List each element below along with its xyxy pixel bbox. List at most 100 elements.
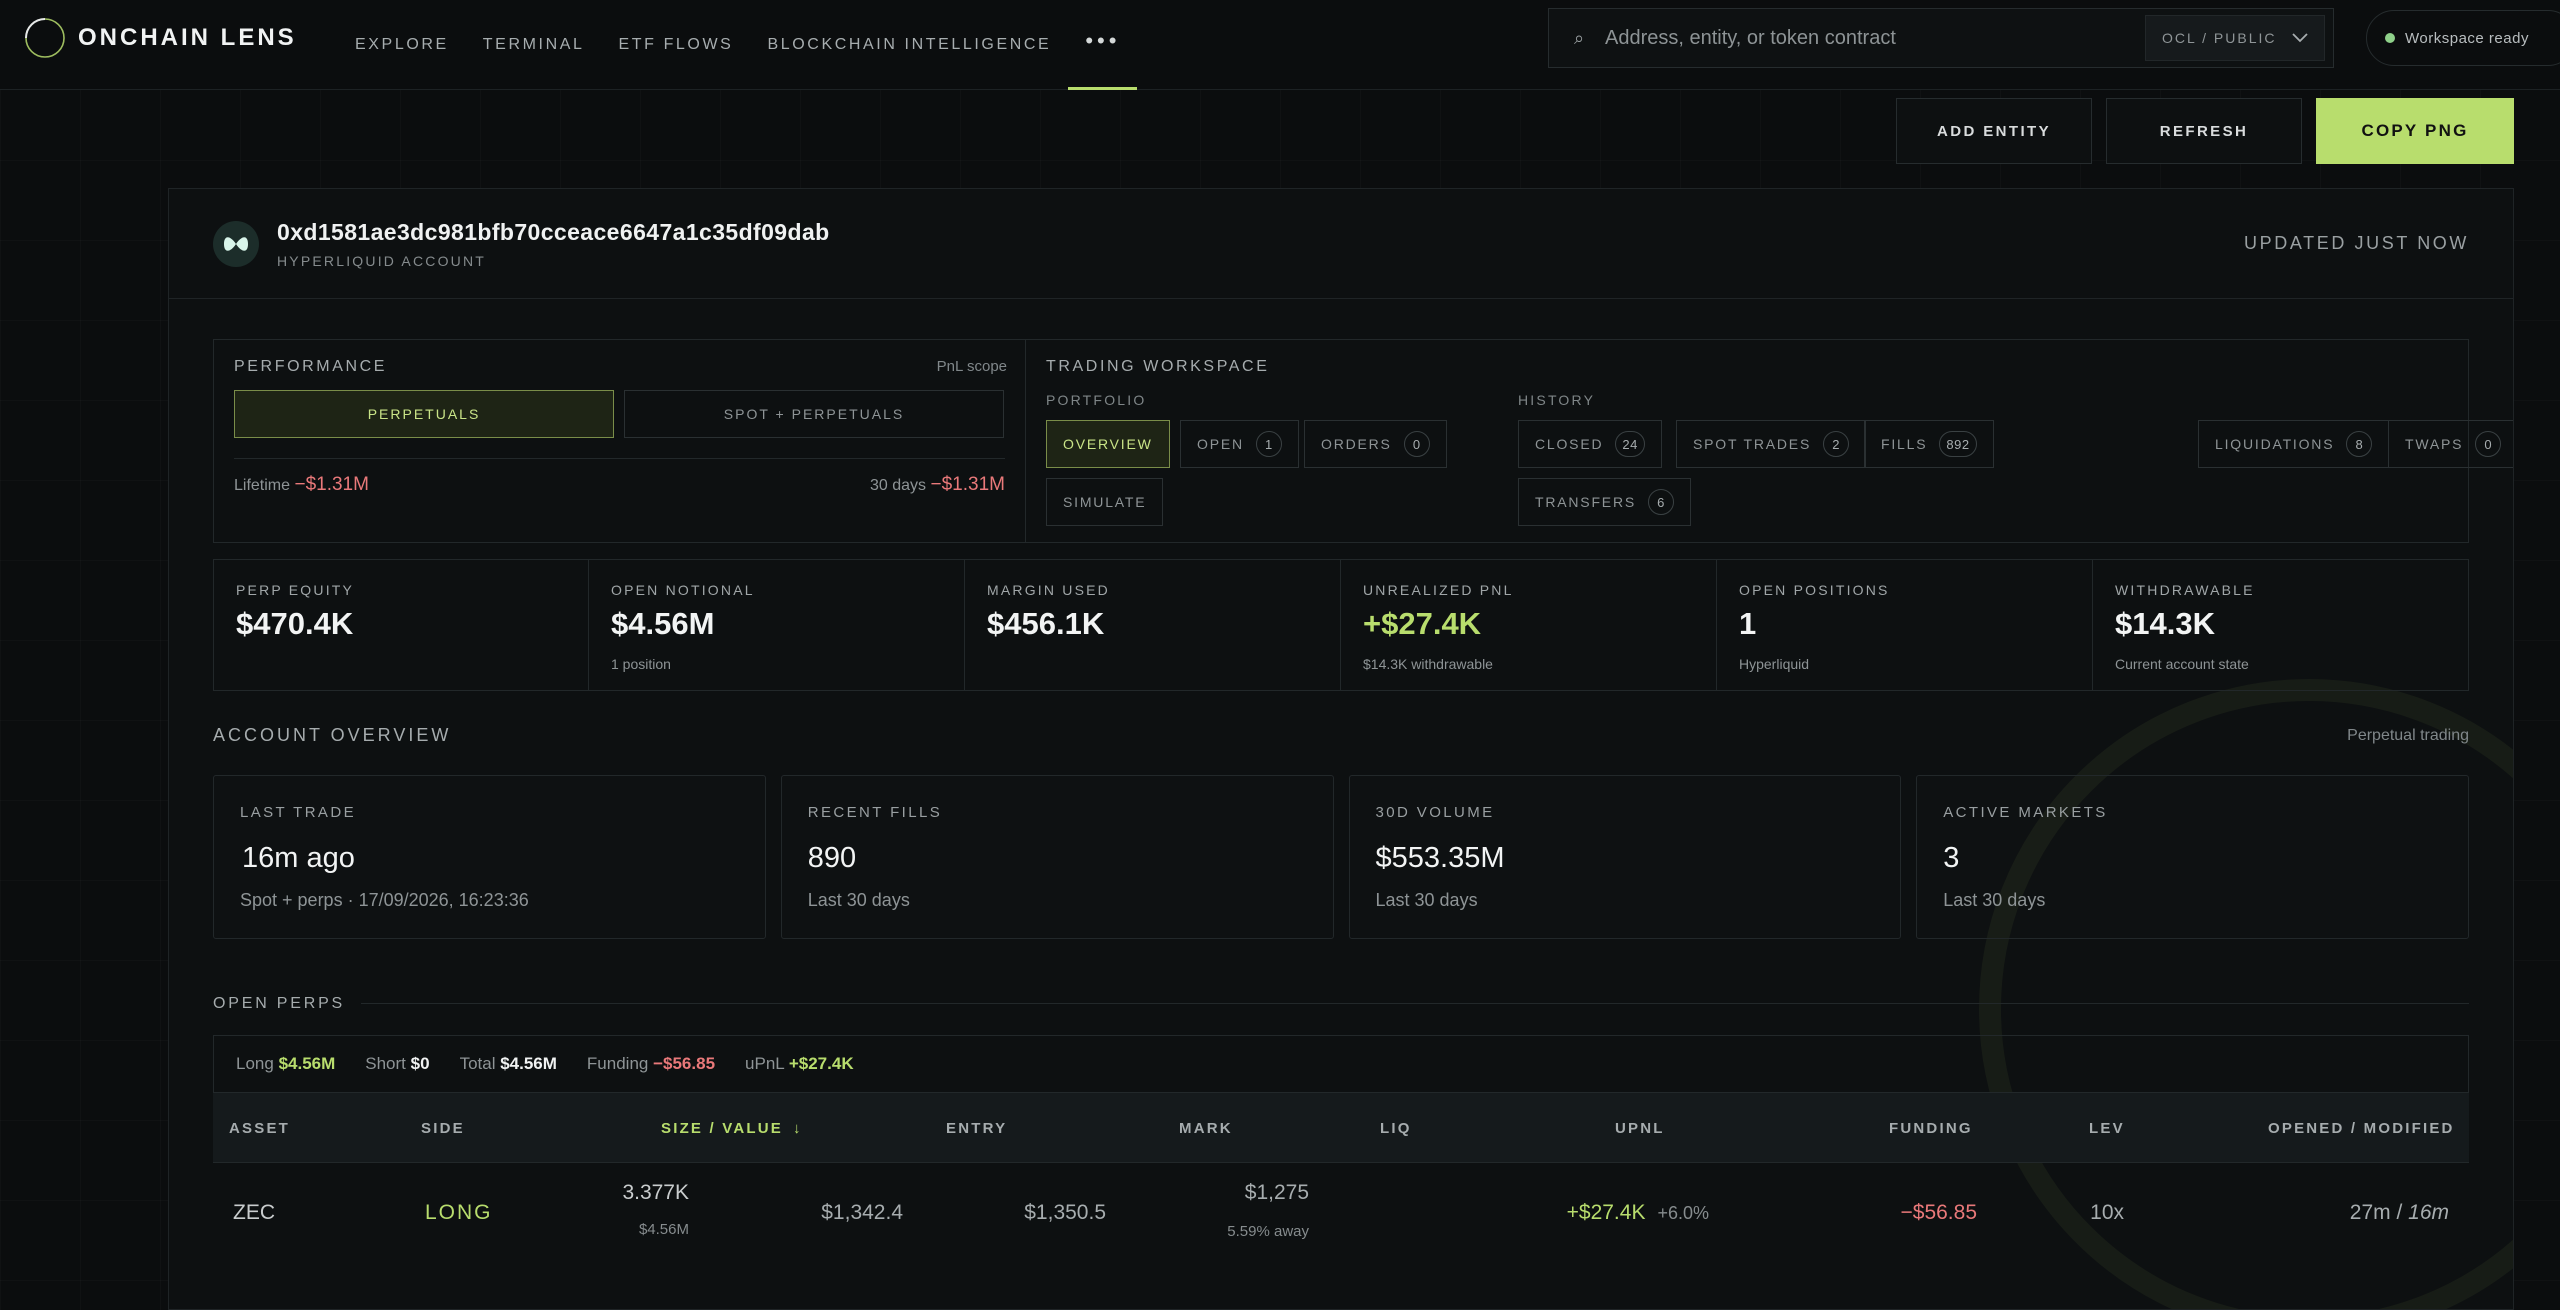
overview-30d-volume: 30D VOLUME $553.35M Last 30 days [1348, 775, 1902, 939]
position-upnl-value: +$27.4K [1566, 1201, 1646, 1224]
count-badge: 0 [2475, 431, 2502, 457]
count-badge: 24 [1615, 431, 1645, 457]
table-row[interactable]: ZEC LONG 3.377K $4.56M $1,342.4 $1,350.5… [213, 1163, 2469, 1267]
col-lev[interactable]: LEV [2089, 1093, 2125, 1163]
account-panel: 0xd1581ae3dc981bfb70cceace6647a1c35df09d… [168, 188, 2514, 1310]
position-opened-modified: 27m / 16m [2349, 1201, 2449, 1224]
col-liq[interactable]: LIQ [1380, 1093, 1412, 1163]
count-badge: 6 [1648, 489, 1674, 515]
col-upnl[interactable]: UPNL [1615, 1093, 1665, 1163]
workspace-status: Workspace ready [2366, 10, 2560, 66]
tab-spot-trades[interactable]: SPOT TRADES 2 [1676, 420, 1867, 468]
col-funding[interactable]: FUNDING [1889, 1093, 1973, 1163]
tab-spot-perpetuals[interactable]: SPOT + PERPETUALS [624, 390, 1004, 438]
tab-closed[interactable]: CLOSED 24 [1518, 420, 1662, 468]
account-header: 0xd1581ae3dc981bfb70cceace6647a1c35df09d… [169, 189, 2513, 299]
tab-perpetuals[interactable]: PERPETUALS [234, 390, 614, 438]
overview-active-markets: ACTIVE MARKETS 3 Last 30 days [1916, 775, 2469, 939]
lifetime-pnl-value: −$1.31M [294, 474, 369, 495]
positions-table-header: ASSET SIDE SIZE / VALUE ↓ ENTRY MARK LIQ… [213, 1093, 2469, 1163]
thirty-day-pnl: 30 days −$1.31M [870, 474, 1005, 495]
count-badge: 892 [1939, 431, 1977, 457]
account-overview-title: ACCOUNT OVERVIEW [213, 725, 452, 745]
divider [361, 1003, 2469, 1004]
tab-overview[interactable]: OVERVIEW [1046, 420, 1170, 468]
account-overview-cards: LAST TRADE 16m ago Spot + perps · 17/09/… [213, 775, 2469, 939]
history-label: HISTORY [1518, 392, 1596, 408]
tab-twaps[interactable]: TWAPS 0 [2388, 420, 2513, 468]
overview-recent-fills: RECENT FILLS 890 Last 30 days [780, 775, 1334, 939]
funding-total: −$56.85 [653, 1054, 716, 1073]
divider [234, 458, 1005, 459]
lens-logo-icon [24, 17, 66, 59]
metric-open-notional: OPEN NOTIONAL $4.56M 1 position [589, 559, 965, 691]
col-mark[interactable]: MARK [1179, 1093, 1233, 1163]
account-address[interactable]: 0xd1581ae3dc981bfb70cceace6647a1c35df09d… [277, 219, 830, 246]
lifetime-pnl: Lifetime −$1.31M [234, 474, 369, 495]
tab-fills[interactable]: FILLS 892 [1864, 420, 1994, 468]
position-liq-distance: 5.59% away [1227, 1223, 1309, 1240]
count-badge: 1 [1255, 431, 1282, 457]
copy-png-button[interactable]: COPY PNG [2316, 98, 2514, 164]
brand-name: ONCHAIN LENS [78, 24, 297, 51]
tab-simulate[interactable]: SIMULATE [1046, 478, 1164, 526]
refresh-button[interactable]: REFRESH [2106, 98, 2302, 164]
tab-transfers[interactable]: TRANSFERS 6 [1518, 478, 1691, 526]
col-side[interactable]: SIDE [421, 1093, 465, 1163]
account-type: HYPERLIQUID ACCOUNT [277, 253, 487, 269]
trading-workspace: TRADING WORKSPACE PORTFOLIO HISTORY OVER… [1026, 340, 2513, 542]
count-badge: 8 [2346, 431, 2373, 457]
position-upnl-percent: +6.0% [1657, 1203, 1709, 1223]
nav-etf-flows[interactable]: ETF FLOWS [602, 0, 751, 90]
updated-status: UPDATED JUST NOW [2244, 233, 2469, 253]
position-liq: $1,275 [1244, 1181, 1309, 1204]
position-modified: 16m [2408, 1201, 2449, 1224]
add-entity-button[interactable]: ADD ENTITY [1896, 98, 2092, 164]
sort-down-icon: ↓ [792, 1119, 803, 1137]
metric-perp-equity: PERP EQUITY $470.4K [213, 559, 589, 691]
performance-section: PERFORMANCE PnL scope PERPETUALS SPOT + … [214, 340, 1026, 542]
tab-liquidations[interactable]: LIQUIDATIONS 8 [2198, 420, 2390, 468]
tab-open[interactable]: OPEN 1 [1180, 420, 1299, 468]
col-asset[interactable]: ASSET [229, 1093, 290, 1163]
account-overview-scope: Perpetual trading [2347, 727, 2469, 744]
position-value: $4.56M [638, 1221, 689, 1238]
count-badge: 2 [1823, 431, 1850, 457]
position-side: LONG [425, 1201, 493, 1224]
metric-margin-used: MARGIN USED $456.1K [965, 559, 1341, 691]
overview-last-trade: LAST TRADE 16m ago Spot + perps · 17/09/… [213, 775, 766, 939]
position-size: 3.377K [622, 1181, 689, 1204]
search-input[interactable] [1599, 26, 2145, 50]
total-notional: $4.56M [500, 1054, 557, 1073]
short-total: $0 [410, 1054, 430, 1073]
col-entry[interactable]: ENTRY [946, 1093, 1007, 1163]
main-nav: EXPLORE TERMINAL ETF FLOWS BLOCKCHAIN IN… [338, 0, 1138, 90]
position-mark: $1,350.5 [1024, 1201, 1106, 1224]
position-entry: $1,342.4 [821, 1201, 903, 1224]
performance-title: PERFORMANCE [234, 358, 388, 375]
metric-open-positions: OPEN POSITIONS 1 Hyperliquid [1717, 559, 2093, 691]
long-total: $4.56M [278, 1054, 336, 1073]
performance-workspace-box: PERFORMANCE PnL scope PERPETUALS SPOT + … [213, 339, 2513, 543]
nav-explore[interactable]: EXPLORE [338, 0, 466, 90]
position-asset: ZEC [233, 1201, 275, 1224]
position-funding: −$56.85 [1900, 1201, 1978, 1224]
page-actions: ADD ENTITY REFRESH COPY PNG [1896, 98, 2514, 164]
nav-terminal[interactable]: TERMINAL [466, 0, 602, 90]
col-size-value[interactable]: SIZE / VALUE ↓ [661, 1093, 803, 1163]
top-navigation-bar: ONCHAIN LENS EXPLORE TERMINAL ETF FLOWS … [0, 0, 2560, 90]
tab-orders[interactable]: ORDERS 0 [1304, 420, 1447, 468]
metric-unrealized-pnl: UNREALIZED PNL +$27.4K $14.3K withdrawab… [1341, 559, 1717, 691]
upnl-total: +$27.4K [788, 1054, 854, 1073]
nav-blockchain-intelligence[interactable]: BLOCKCHAIN INTELLIGENCE [750, 0, 1068, 90]
nav-more-menu[interactable]: ••• [1068, 0, 1138, 90]
scope-select[interactable]: OCL / PUBLIC [2145, 15, 2325, 61]
count-badge: 0 [1403, 431, 1430, 457]
col-opened-modified[interactable]: OPENED / MODIFIED [2268, 1093, 2455, 1163]
workspace-status-text: Workspace ready [2405, 29, 2529, 47]
brand-logo[interactable]: ONCHAIN LENS [24, 18, 297, 58]
position-leverage: 10x [2090, 1201, 2124, 1224]
search-bar: ⌕ OCL / PUBLIC [1548, 8, 2334, 68]
pnl-scope-label: PnL scope [936, 358, 1007, 375]
portfolio-label: PORTFOLIO [1046, 392, 1147, 408]
